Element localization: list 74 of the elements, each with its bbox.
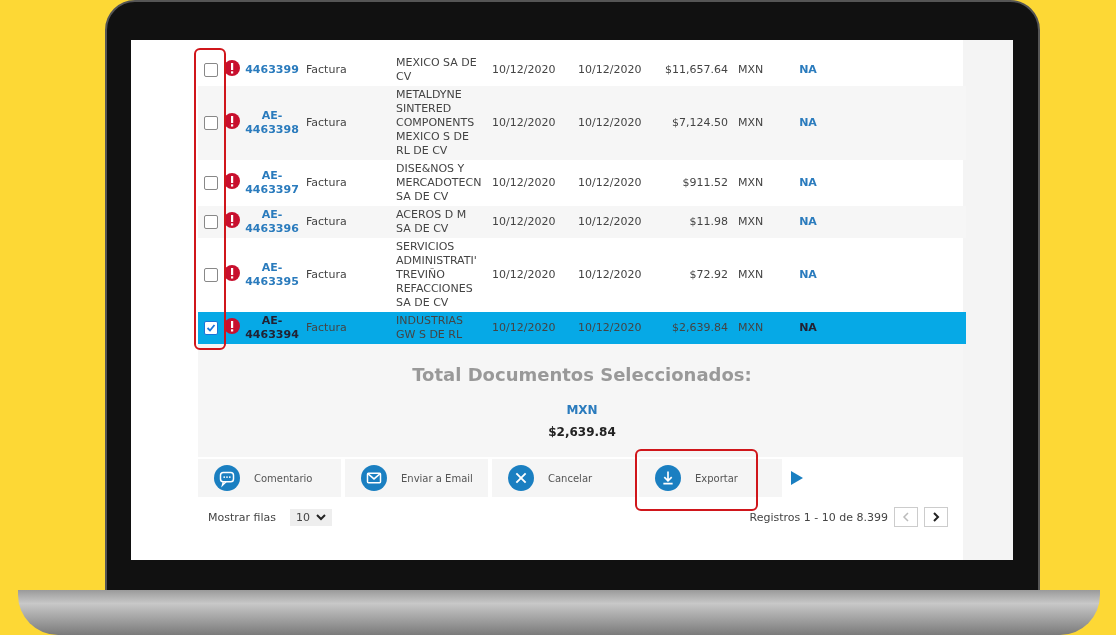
date-cell-text: 10/12/2020 — [578, 215, 643, 229]
currency-cell-text: MXN — [738, 63, 765, 77]
checkbox[interactable] — [204, 268, 218, 282]
checkbox[interactable] — [204, 63, 218, 77]
checkbox[interactable] — [204, 176, 218, 190]
amount-cell-text: $911.52 — [681, 176, 729, 190]
company-cell-text: DISE&NOS Y MERCADOTECN SA DE CV — [396, 161, 480, 205]
play-icon[interactable] — [790, 470, 804, 486]
date-cell-text: 10/12/2020 — [578, 176, 643, 190]
currency-cell-text: MXN — [738, 321, 765, 335]
date-cell-text: 10/12/2020 — [578, 63, 643, 77]
company-cell-text: METALDYNE SINTERED COMPONENTS MEXICO S DE RL DE CV — [396, 87, 476, 159]
date-cell-text: 10/12/2020 — [492, 215, 557, 229]
type-cell-text: Factura — [306, 321, 348, 335]
status-link[interactable]: NA — [778, 176, 838, 190]
currency-cell-text: MXN — [738, 215, 765, 229]
amount-cell-text: $2,639.84 — [671, 321, 729, 335]
amount-cell-text: $11,657.64 — [664, 63, 729, 77]
status-link[interactable]: NA — [778, 268, 838, 282]
comment-icon — [214, 465, 240, 491]
status-link[interactable]: NA — [778, 63, 838, 77]
company-cell-text: MEXICO SA DE CV — [396, 55, 478, 85]
close-icon — [508, 465, 534, 491]
date-cell-text: 10/12/2020 — [578, 116, 643, 130]
company-cell-text: SERVICIOS ADMINISTRATI' TREVIÑO REFACCIONES SA DE CV — [396, 239, 478, 311]
date-cell-text: 10/12/2020 — [492, 321, 557, 335]
action-button[interactable]: Comentario — [198, 459, 341, 497]
type-cell-text: Factura — [306, 63, 348, 77]
document-link[interactable]: AE-4463394 — [244, 314, 300, 342]
rows-label: Mostrar filas — [208, 510, 276, 524]
next-page-button[interactable] — [924, 507, 948, 527]
table-row[interactable]: 4463399 Factura MEXICO SA DE CV 10/12/2020 10/12/2020 $11,657.64 MXN NA — [198, 54, 966, 86]
type-cell-text: Factura — [306, 116, 348, 130]
document-link[interactable]: AE-4463396 — [244, 208, 300, 236]
date-cell-text: 10/12/2020 — [492, 116, 557, 130]
action-button[interactable]: Cancelar — [492, 459, 635, 497]
rows-select[interactable]: 10 — [290, 508, 332, 526]
status-link[interactable]: NA — [778, 116, 838, 130]
amount-cell-text: $11.98 — [688, 215, 729, 229]
currency-cell-text: MXN — [738, 268, 765, 282]
company-cell-text: ACEROS D M SA DE CV — [396, 207, 468, 237]
action-button[interactable]: Enviar a Email — [345, 459, 488, 497]
totals-amount: $2,639.84 — [548, 425, 616, 439]
document-link[interactable]: 4463399 — [244, 63, 300, 77]
envelope-icon — [361, 465, 387, 491]
checkbox[interactable] — [204, 321, 218, 335]
type-cell-text: Factura — [306, 268, 348, 282]
amount-cell-text: $72.92 — [688, 268, 729, 282]
type-cell-text: Factura — [306, 215, 348, 229]
download-icon — [655, 465, 681, 491]
amount-cell-text: $7,124.50 — [671, 116, 729, 130]
checkbox[interactable] — [204, 116, 218, 130]
checkbox[interactable] — [204, 215, 218, 229]
chevron-left-icon — [902, 512, 910, 522]
action-button[interactable]: Exportar — [639, 459, 782, 497]
currency-cell-text: MXN — [738, 116, 765, 130]
status-link[interactable]: NA — [778, 321, 838, 335]
date-cell-text: 10/12/2020 — [492, 268, 557, 282]
date-cell-text: 10/12/2020 — [578, 268, 643, 282]
currency-cell-text: MXN — [738, 176, 765, 190]
document-link[interactable]: AE-4463398 — [244, 109, 300, 137]
totals-currency: MXN — [566, 403, 598, 417]
date-cell-text: 10/12/2020 — [492, 63, 557, 77]
records-count: Registros 1 - 10 de 8.399 — [749, 510, 888, 524]
document-link[interactable]: AE-4463395 — [244, 261, 300, 289]
totals-title: Total Documentos Seleccionados: — [412, 364, 752, 385]
chevron-right-icon — [932, 512, 940, 522]
type-cell-text: Factura — [306, 176, 348, 190]
document-link[interactable]: AE-4463397 — [244, 169, 300, 197]
date-cell-text: 10/12/2020 — [578, 321, 643, 335]
date-cell-text: 10/12/2020 — [492, 176, 557, 190]
chevron-down-icon — [316, 513, 326, 521]
status-link[interactable]: NA — [778, 215, 838, 229]
company-cell-text: INDUSTRIAS GW S DE RL — [396, 313, 465, 343]
